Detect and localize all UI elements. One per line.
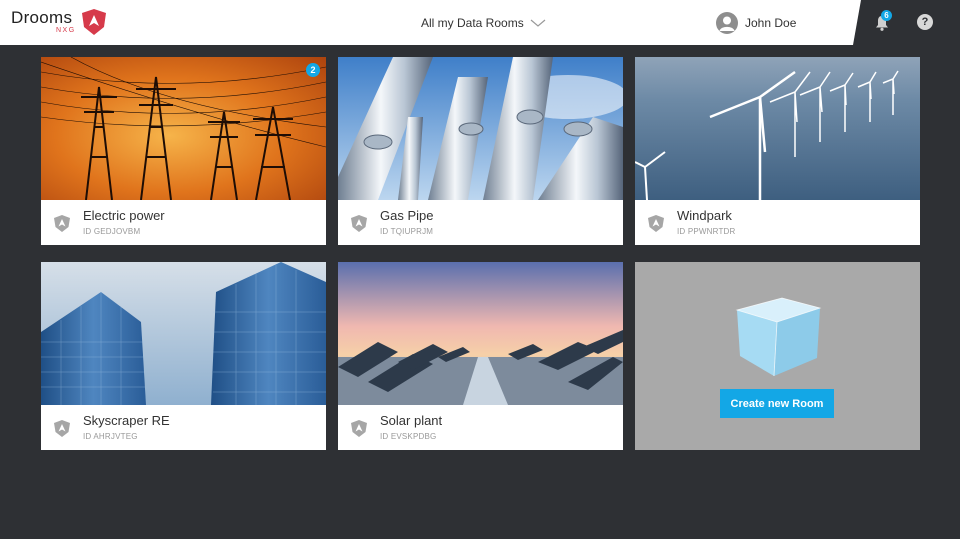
room-card-footer: Electric power ID GEDJOVBM [41, 200, 326, 245]
create-new-room-button[interactable]: Create new Room [720, 389, 834, 418]
room-shield-icon [54, 215, 70, 232]
room-card-electric-power[interactable]: 2 Electric power ID GEDJOVBM [41, 57, 326, 245]
room-card-gas-pipe[interactable]: Gas Pipe ID TQIUPRJM [338, 57, 623, 245]
room-image-pipes [338, 57, 623, 200]
room-image-power-lines [41, 57, 326, 200]
room-card-footer: Solar plant ID EVSKPDBG [338, 405, 623, 450]
room-card-footer: Windpark ID PPWNRTDR [635, 200, 920, 245]
room-card-windpark[interactable]: Windpark ID PPWNRTDR [635, 57, 920, 245]
room-card-footer: Gas Pipe ID TQIUPRJM [338, 200, 623, 245]
room-card-solar-plant[interactable]: Solar plant ID EVSKPDBG [338, 262, 623, 450]
room-id: ID EVSKPDBG [380, 432, 437, 441]
user-avatar-icon [716, 12, 738, 34]
room-title: Solar plant [380, 413, 443, 428]
room-card-footer: Skyscraper RE ID AHRJVTEG [41, 405, 326, 450]
header-actions-panel [853, 0, 960, 45]
data-rooms-selector[interactable]: All my Data Rooms [421, 14, 546, 32]
room-id: ID TQIUPRJM [380, 227, 434, 236]
room-id: ID PPWNRTDR [677, 227, 736, 236]
cube-icon [735, 297, 822, 377]
chevron-down-icon [530, 19, 546, 27]
room-shield-icon [351, 215, 367, 232]
room-card-skyscraper-re[interactable]: Skyscraper RE ID AHRJVTEG [41, 262, 326, 450]
drooms-logo[interactable]: Drooms NXG [11, 8, 111, 38]
room-image-solar-panels [338, 262, 623, 405]
room-title: Windpark [677, 208, 732, 223]
room-shield-icon [648, 215, 664, 232]
room-image-skyscrapers [41, 262, 326, 405]
help-icon[interactable]: ? [917, 14, 933, 30]
logo-subtitle: NXG [56, 27, 76, 34]
logo-wordmark: Drooms [11, 8, 73, 27]
user-menu[interactable]: John Doe [716, 11, 796, 35]
room-title: Electric power [83, 208, 165, 223]
room-title: Skyscraper RE [83, 413, 170, 428]
data-rooms-selector-label: All my Data Rooms [421, 16, 524, 30]
room-shield-icon [54, 420, 70, 437]
room-image-wind-turbines [635, 57, 920, 200]
room-title: Gas Pipe [380, 208, 434, 223]
unread-count-badge: 2 [306, 63, 320, 77]
drooms-shield-icon [82, 9, 106, 35]
room-shield-icon [351, 420, 367, 437]
room-id: ID AHRJVTEG [83, 432, 138, 441]
create-room-card: Create new Room [635, 262, 920, 450]
user-name: John Doe [745, 16, 797, 30]
room-id: ID GEDJOVBM [83, 227, 141, 236]
notification-count-badge: 6 [881, 10, 892, 21]
top-bar: Drooms NXG All my Data Rooms John Doe 6 … [0, 0, 960, 45]
